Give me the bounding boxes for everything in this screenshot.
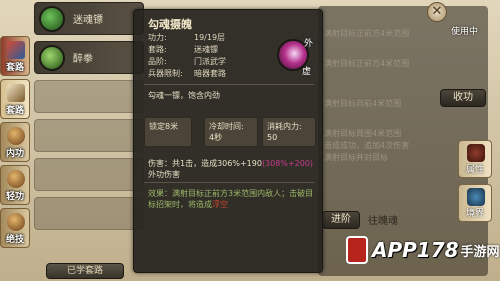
tooltip-row: 兵器限制: 暗器套路 bbox=[148, 69, 226, 78]
skill-label: 往魄魂 bbox=[368, 216, 398, 227]
panel-line: 满射目标并对目标 bbox=[324, 153, 388, 162]
skill-list: 迷魂镖 醉拳 bbox=[34, 2, 144, 252]
tab-label: 绝技 bbox=[5, 235, 24, 245]
tooltip-row: 套路: 迷魂镖 bbox=[148, 45, 218, 54]
skill-name: 醉拳 bbox=[73, 54, 93, 65]
level-up-button[interactable]: 收功 bbox=[440, 89, 486, 107]
close-button[interactable]: ✕ bbox=[427, 2, 447, 22]
cooldown-value: 4秒 bbox=[209, 133, 223, 142]
list-item[interactable]: 迷魂镖 bbox=[34, 2, 144, 35]
cost-label: 消耗内力: bbox=[267, 122, 302, 131]
panel-line: 造成成功，追加4次伤害 bbox=[324, 141, 410, 150]
fighter-icon bbox=[7, 213, 25, 231]
panel-line: 满射目标正前方4米范围 bbox=[324, 59, 410, 68]
runner-icon bbox=[7, 170, 25, 188]
tooltip-row: 功力: 19/19层 bbox=[148, 33, 226, 42]
list-item[interactable]: 醉拳 bbox=[34, 41, 144, 74]
tab-attributes[interactable]: 属性 bbox=[458, 140, 492, 178]
realm-icon bbox=[467, 188, 485, 206]
cooldown-cell: 冷却时间: 4秒 bbox=[204, 117, 258, 147]
dart-icon bbox=[39, 5, 65, 32]
list-item-placeholder bbox=[34, 80, 144, 113]
close-icon: ✕ bbox=[431, 4, 443, 19]
tooltip-summary: 勾魂一镖，饱含内劲 bbox=[148, 91, 220, 100]
game-skill-screen: 套路 套路 内功 轻功 绝技 迷魂镖 醉拳 已学套路 满射目标正前方4米范围 满… bbox=[0, 0, 500, 281]
tooltip-row: 品阶: 门派武学 bbox=[148, 57, 226, 66]
tab-label: 内功 bbox=[5, 149, 24, 159]
attribute-icon bbox=[467, 144, 485, 162]
tab-label: 属性 bbox=[465, 165, 484, 175]
learned-routines-button[interactable]: 已学套路 bbox=[46, 263, 124, 279]
watermark-sub: 手游网 bbox=[460, 244, 500, 260]
tab-label: 境界 bbox=[465, 209, 484, 219]
book-icon bbox=[7, 41, 25, 59]
divider bbox=[144, 84, 314, 85]
tab-qinggong[interactable]: 轻功 bbox=[0, 165, 30, 205]
damage-text: 伤害：共1击，造成306%+190(308%+200)外功伤害 bbox=[148, 159, 314, 179]
outer-tag: 外 bbox=[304, 39, 314, 49]
tab-realm[interactable]: 境界 bbox=[458, 184, 492, 222]
left-tab-bar: 套路 套路 内功 轻功 绝技 bbox=[0, 36, 30, 251]
tab-book[interactable]: 套路 bbox=[0, 36, 30, 76]
damage-bonus: (308%+200) bbox=[261, 159, 314, 168]
list-item-placeholder bbox=[34, 197, 144, 230]
cooldown-label: 冷却时间: bbox=[209, 122, 244, 131]
tab-label: 轻功 bbox=[5, 192, 24, 202]
tooltip-title: 勾魂摄魄 bbox=[148, 18, 192, 31]
fist-icon bbox=[39, 44, 65, 71]
lock-label: 锁定8米 bbox=[149, 122, 179, 131]
inner-tag: 虚 bbox=[302, 67, 312, 77]
skill-tooltip: 勾魂摄魄 功力: 19/19层 套路: 迷魂镖 品阶: 门派武学 兵器限制: 暗器套路 … bbox=[133, 9, 323, 273]
tab-label: 套路 bbox=[5, 63, 24, 73]
skill-name: 迷魂镖 bbox=[73, 15, 103, 26]
cost-cell: 消耗内力: 50 bbox=[262, 117, 316, 147]
effect-highlight: 浮空 bbox=[212, 200, 228, 209]
list-item-placeholder bbox=[34, 158, 144, 191]
tab-jueji[interactable]: 绝技 bbox=[0, 208, 30, 248]
phone-logo-icon bbox=[346, 236, 368, 264]
panel-line: 满射目标周围4米范围 bbox=[324, 129, 402, 138]
tab-neigong[interactable]: 内功 bbox=[0, 122, 30, 162]
in-use-badge: 使用中 bbox=[450, 27, 478, 37]
list-item-placeholder bbox=[34, 119, 144, 152]
tab-taolu[interactable]: 套路 bbox=[0, 79, 30, 119]
advance-button[interactable]: 进阶 bbox=[322, 211, 360, 229]
lock-cell: 锁定8米 bbox=[144, 117, 192, 147]
meditation-icon bbox=[7, 127, 25, 145]
tab-label: 套路 bbox=[5, 106, 24, 116]
app178-watermark: APP178 手游网 bbox=[346, 236, 500, 264]
divider bbox=[144, 182, 314, 183]
effect-text: 效果：满射目标正前方3米范围内敌人；击破目标招架时，将造成浮空 bbox=[148, 189, 314, 209]
scroll-icon bbox=[7, 84, 25, 102]
watermark-logo: APP178 bbox=[372, 238, 459, 262]
cost-value: 50 bbox=[267, 133, 278, 142]
